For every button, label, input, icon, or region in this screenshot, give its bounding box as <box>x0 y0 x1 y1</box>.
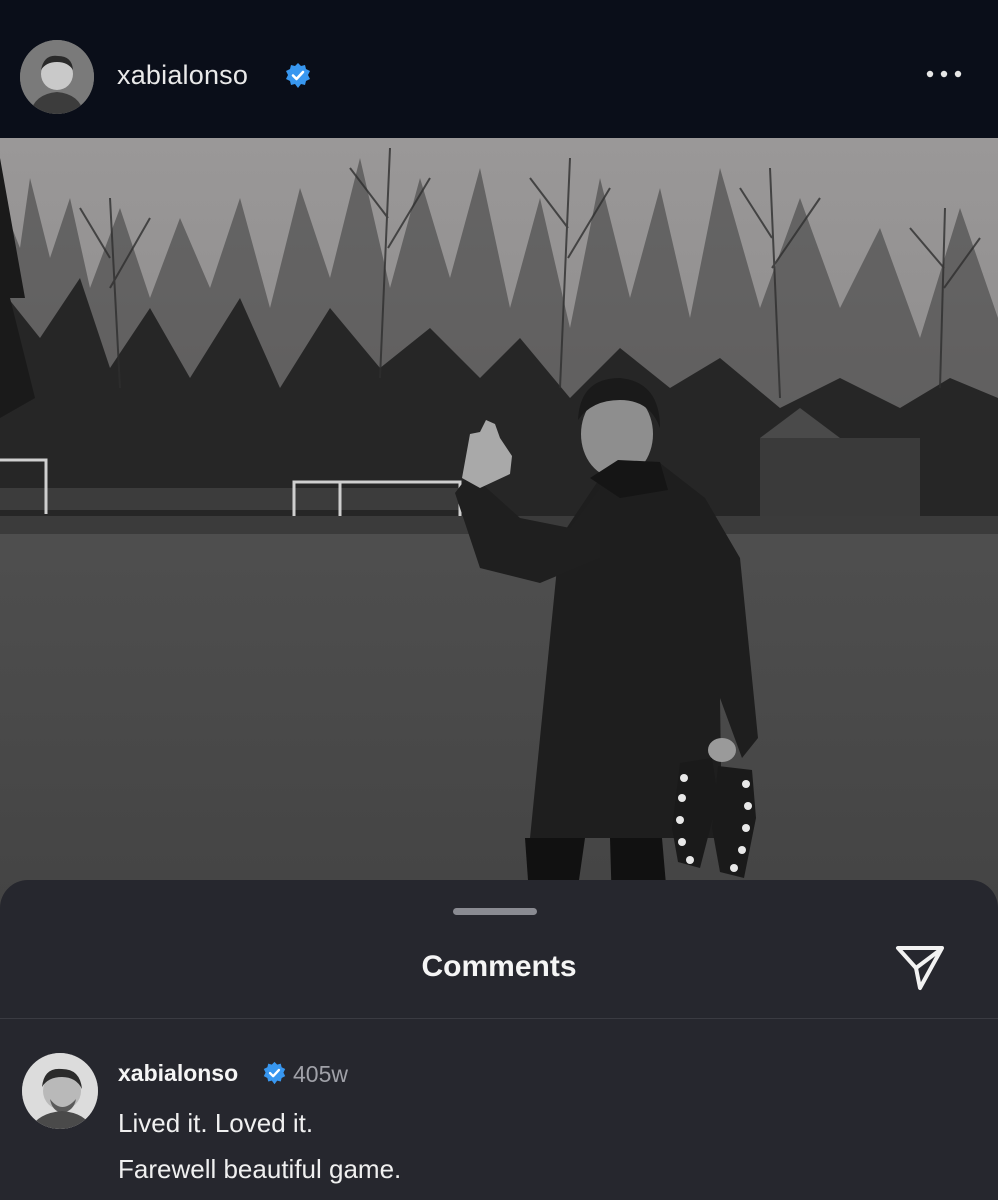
post-photo[interactable] <box>0 138 998 908</box>
more-options-icon[interactable] <box>922 62 966 86</box>
send-icon[interactable] <box>892 940 948 994</box>
comment-text-line-2: Farewell beautiful game. <box>118 1154 402 1184</box>
profile-avatar[interactable] <box>20 40 94 114</box>
sheet-drag-handle[interactable] <box>453 908 537 915</box>
verified-badge-icon <box>263 1061 286 1085</box>
post-header: xabialonso <box>0 0 998 138</box>
comment-username[interactable]: xabialonso <box>118 1060 238 1087</box>
post-username[interactable]: xabialonso <box>117 60 248 91</box>
comments-title: Comments <box>421 950 577 983</box>
verified-badge-icon <box>286 63 310 88</box>
comment-text-line-1: Lived it. Loved it. <box>118 1108 314 1138</box>
comment-avatar[interactable] <box>22 1053 98 1129</box>
comment-timestamp: 405w <box>293 1061 348 1087</box>
comments-sheet: Comments xabialonso 405w Lived it. Loved… <box>0 880 998 1200</box>
sheet-divider <box>0 1018 998 1019</box>
